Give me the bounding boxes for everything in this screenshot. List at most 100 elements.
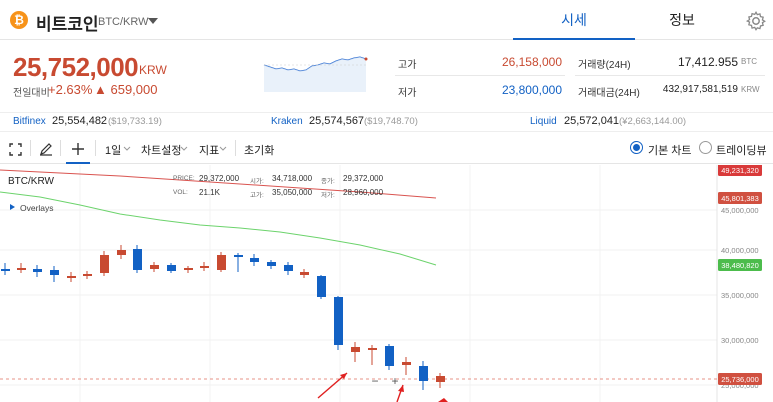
low-value: 23,800,000 [501,83,562,97]
pencil-icon[interactable] [39,142,53,156]
high-value: 26,158,000 [501,55,562,69]
y-axis-label: 40,000,000 [721,246,759,255]
candle-body [402,362,411,365]
zoom-out-button[interactable]: − [368,374,382,388]
tab-info[interactable]: 정보 [621,0,743,40]
candle-body [234,255,243,257]
candle-body [150,265,159,269]
exchange-converted: ($19,733.19) [108,116,162,127]
price-badge-label: 49,231,320 [721,166,759,175]
change-percent: +2.63% [48,82,93,97]
divider [60,140,61,156]
candle-body [167,265,176,271]
overlays-toggle[interactable]: Overlays [20,203,54,213]
y-axis-label: 45,000,000 [721,206,759,215]
interval-select[interactable]: 1일 [105,142,121,158]
low-label: 저가 [398,88,417,99]
ohlc-open-value: 34,718,000 [272,174,313,183]
ohlc-price-label: PRICE: [173,175,195,182]
candle-body [334,297,343,345]
candle-body [217,255,226,270]
expand-triangle-icon[interactable] [10,204,15,210]
amount-value: 432,917,581,519 [662,84,738,95]
ohlc-low-label: 저가: [321,192,335,199]
indicators-button[interactable]: 지표 [199,142,219,158]
divider [30,140,31,156]
candle-body [67,276,76,278]
candle-body [17,268,26,270]
amount-unit: KRW [741,85,760,94]
ohlc-open-label: 시가: [250,178,264,185]
fullscreen-icon[interactable] [9,143,22,156]
divider [95,140,96,156]
ohlc-price-value: 29,372,000 [199,174,240,183]
change-label: 전일대비 [13,88,50,99]
chevron-down-icon [219,146,227,151]
price-badge-label: 38,480,820 [721,261,759,270]
price-badge-label: 45,801,383 [721,194,759,203]
y-axis-label: 35,000,000 [721,291,759,300]
exchange-price: 25,574,567 [309,115,365,127]
exchange-name[interactable]: Kraken [271,116,303,127]
divider [575,75,765,76]
app-root: ₿ 비트코인 BTC/KRW 시세 정보 25,752,000 KRW 전일대비… [0,0,773,402]
candle-body [368,348,377,350]
candle-body [419,366,428,381]
volume-label: 거래량(24H) [578,60,631,71]
gear-icon[interactable] [745,10,767,32]
exchange-name[interactable]: Bitfinex [13,116,46,127]
bitcoin-icon: ₿ [10,11,28,29]
chevron-down-icon [123,146,131,151]
zoom-in-button[interactable]: + [388,374,402,388]
exchange-converted: ($19,748.70) [364,116,418,127]
candle-body [83,274,92,276]
candle-body [50,270,59,275]
chart-symbol: BTC/KRW [8,176,54,187]
candle-body [100,255,109,273]
candle-body [385,346,394,366]
candle-body [436,376,445,382]
candle-body [267,262,276,266]
tradingview-radio[interactable] [699,141,712,154]
coin-name: 비트코인 [36,15,99,34]
divider [395,75,565,76]
price-unit: KRW [139,63,167,77]
active-indicator [66,162,90,164]
ohlc-close-value: 29,372,000 [343,174,384,183]
coin-pair: BTC/KRW [98,16,149,28]
amount-label: 거래대금(24H) [578,88,640,99]
candle-body [200,266,209,268]
exchange-name[interactable]: Liquid [530,116,557,127]
basic-chart-radio[interactable] [630,141,643,154]
crosshair-icon[interactable] [71,142,85,156]
volume-unit: BTC [741,57,757,66]
candle-body [184,268,193,270]
candle-body [300,272,309,275]
candle-body [317,276,326,297]
reset-button[interactable]: 초기화 [244,142,274,158]
exchange-price: 25,554,482 [52,115,108,127]
high-label: 고가 [398,60,417,71]
tradingview-label[interactable]: 트레이딩뷰 [716,142,767,158]
divider [235,140,236,156]
candle-body [33,269,42,272]
ohlc-close-label: 종가: [321,178,335,185]
chevron-down-icon[interactable] [148,18,158,24]
candlestick-chart[interactable]: 45,000,000 40,000,000 35,000,000 30,000,000… [0,165,773,402]
ohlc-low-value: 28,960,000 [343,188,384,197]
y-axis-label: 30,000,000 [721,336,759,345]
ohlc-vol-value: 21.1K [199,188,220,197]
candle-body [250,258,259,262]
candle-body [117,250,126,255]
basic-chart-label[interactable]: 기본 차트 [648,142,692,158]
candle-body [351,347,360,352]
tab-market[interactable]: 시세 [513,0,635,40]
mini-price-chart [263,56,368,92]
candle-body [133,249,142,270]
ohlc-high-value: 35,050,000 [272,188,313,197]
exchange-price: 25,572,041 [564,115,620,127]
chart-settings-button[interactable]: 차트설정 [141,142,181,158]
ohlc-vol-label: VOL: [173,189,188,196]
exchange-converted: (¥2,663,144.00) [619,116,687,127]
candle-body [284,265,293,271]
